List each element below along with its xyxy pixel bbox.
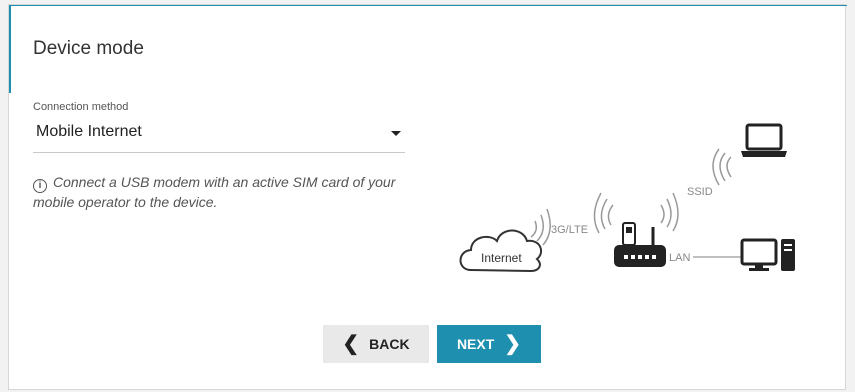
chevron-right-icon: ❯	[504, 333, 522, 355]
back-button-label: BACK	[369, 336, 410, 352]
left-accent-line	[9, 5, 11, 93]
wifi-signal-icon	[530, 208, 551, 246]
connection-hint: i Connect a USB modem with an active SIM …	[33, 173, 423, 212]
wifi-signal-icon	[712, 148, 732, 186]
page-title: Device mode	[33, 38, 144, 59]
connection-hint-text: Connect a USB modem with an active SIM c…	[33, 174, 396, 210]
next-button-label: NEXT	[456, 336, 495, 352]
wifi-signal-icon	[593, 192, 679, 234]
connection-method-value: Mobile Internet	[36, 123, 142, 140]
connection-method-label: Connection method	[33, 101, 129, 113]
chevron-left-icon: ❮	[342, 333, 360, 355]
router-icon	[614, 227, 666, 267]
connection-method-select[interactable]: Mobile Internet	[33, 119, 405, 153]
lan-label: LAN	[669, 252, 690, 264]
internet-label: Internet	[481, 251, 522, 265]
laptop-icon	[741, 123, 787, 157]
connection-diagram: Internet 3G/LTE SSID LAN	[459, 123, 795, 273]
caret-down-icon	[391, 131, 401, 136]
top-accent-line	[9, 5, 847, 6]
usb-modem-icon	[622, 222, 636, 246]
link-label: 3G/LTE	[551, 224, 588, 236]
ssid-label: SSID	[687, 186, 713, 198]
back-button[interactable]: ❮ BACK	[323, 325, 429, 363]
next-button[interactable]: NEXT ❯	[437, 325, 541, 363]
desktop-computer-icon	[740, 238, 795, 271]
info-icon: i	[33, 179, 47, 193]
device-mode-panel: Device mode Connection method Mobile Int…	[8, 4, 847, 390]
